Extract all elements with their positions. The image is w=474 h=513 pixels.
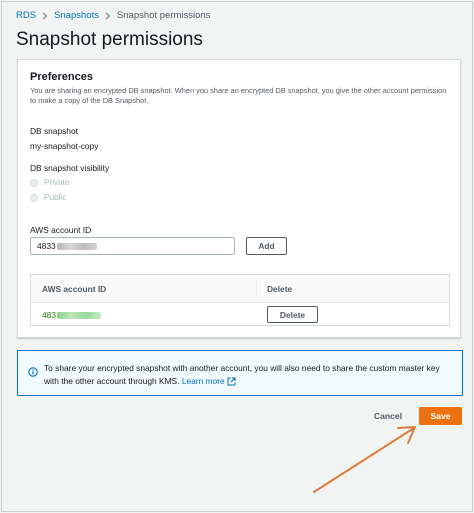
breadcrumb-snapshots-link[interactable]: Snapshots	[54, 10, 99, 21]
info-alert: To share your encrypted snapshot with an…	[17, 350, 463, 396]
private-radio-label: Private	[44, 178, 70, 187]
column-header-account-id: AWS account ID	[42, 284, 107, 294]
delete-button[interactable]: Delete	[267, 306, 318, 323]
external-link-icon[interactable]	[227, 377, 236, 390]
chevron-right-icon	[105, 12, 111, 20]
preferences-panel: Preferences You are sharing an encrypted…	[17, 59, 461, 338]
column-header-delete: Delete	[267, 284, 293, 294]
account-id-input-value: 4833	[37, 241, 56, 251]
account-id-link[interactable]: 483	[42, 310, 101, 320]
redacted-blur	[56, 242, 97, 250]
visibility-public-option[interactable]: Public	[30, 193, 66, 202]
annotation-arrow	[313, 426, 416, 493]
preferences-description: You are sharing an encrypted DB snapshot…	[30, 86, 447, 105]
account-id-input[interactable]: 4833	[30, 237, 235, 255]
public-radio[interactable]	[30, 193, 38, 202]
private-radio[interactable]	[30, 178, 38, 187]
breadcrumb-current: Snapshot permissions	[116, 10, 211, 21]
accounts-table: AWS account ID Delete 483 Delete	[30, 274, 450, 326]
redacted-blur	[56, 311, 101, 319]
table-row: 483 Delete	[31, 303, 449, 327]
info-icon	[28, 364, 38, 382]
db-snapshot-label: DB snapshot	[30, 126, 78, 136]
preferences-header: Preferences You are sharing an encrypted…	[30, 71, 450, 105]
column-divider	[256, 281, 257, 297]
learn-more-link[interactable]: Learn more	[182, 376, 225, 386]
page-title: Snapshot permissions	[16, 29, 203, 50]
account-id-label: AWS account ID	[30, 225, 92, 235]
save-button[interactable]: Save	[419, 407, 462, 425]
breadcrumb-rds-link[interactable]: RDS	[16, 10, 36, 21]
visibility-private-option[interactable]: Private	[30, 178, 69, 187]
accounts-table-header: AWS account ID Delete	[31, 275, 449, 303]
public-radio-label: Public	[44, 193, 67, 202]
breadcrumb: RDS Snapshots Snapshot permissions	[16, 10, 210, 21]
db-snapshot-value: my-snapshot-copy	[30, 141, 99, 151]
visibility-label: DB snapshot visibility	[30, 163, 110, 173]
console-window: RDS Snapshots Snapshot permissions Snaps…	[1, 1, 473, 512]
add-button[interactable]: Add	[246, 237, 287, 255]
info-alert-text: To share your encrypted snapshot with an…	[44, 362, 454, 390]
chevron-right-icon	[42, 12, 48, 20]
info-alert-message: To share your encrypted snapshot with an…	[44, 363, 440, 386]
preferences-title: Preferences	[30, 71, 93, 83]
account-id-link-text: 483	[42, 310, 56, 320]
